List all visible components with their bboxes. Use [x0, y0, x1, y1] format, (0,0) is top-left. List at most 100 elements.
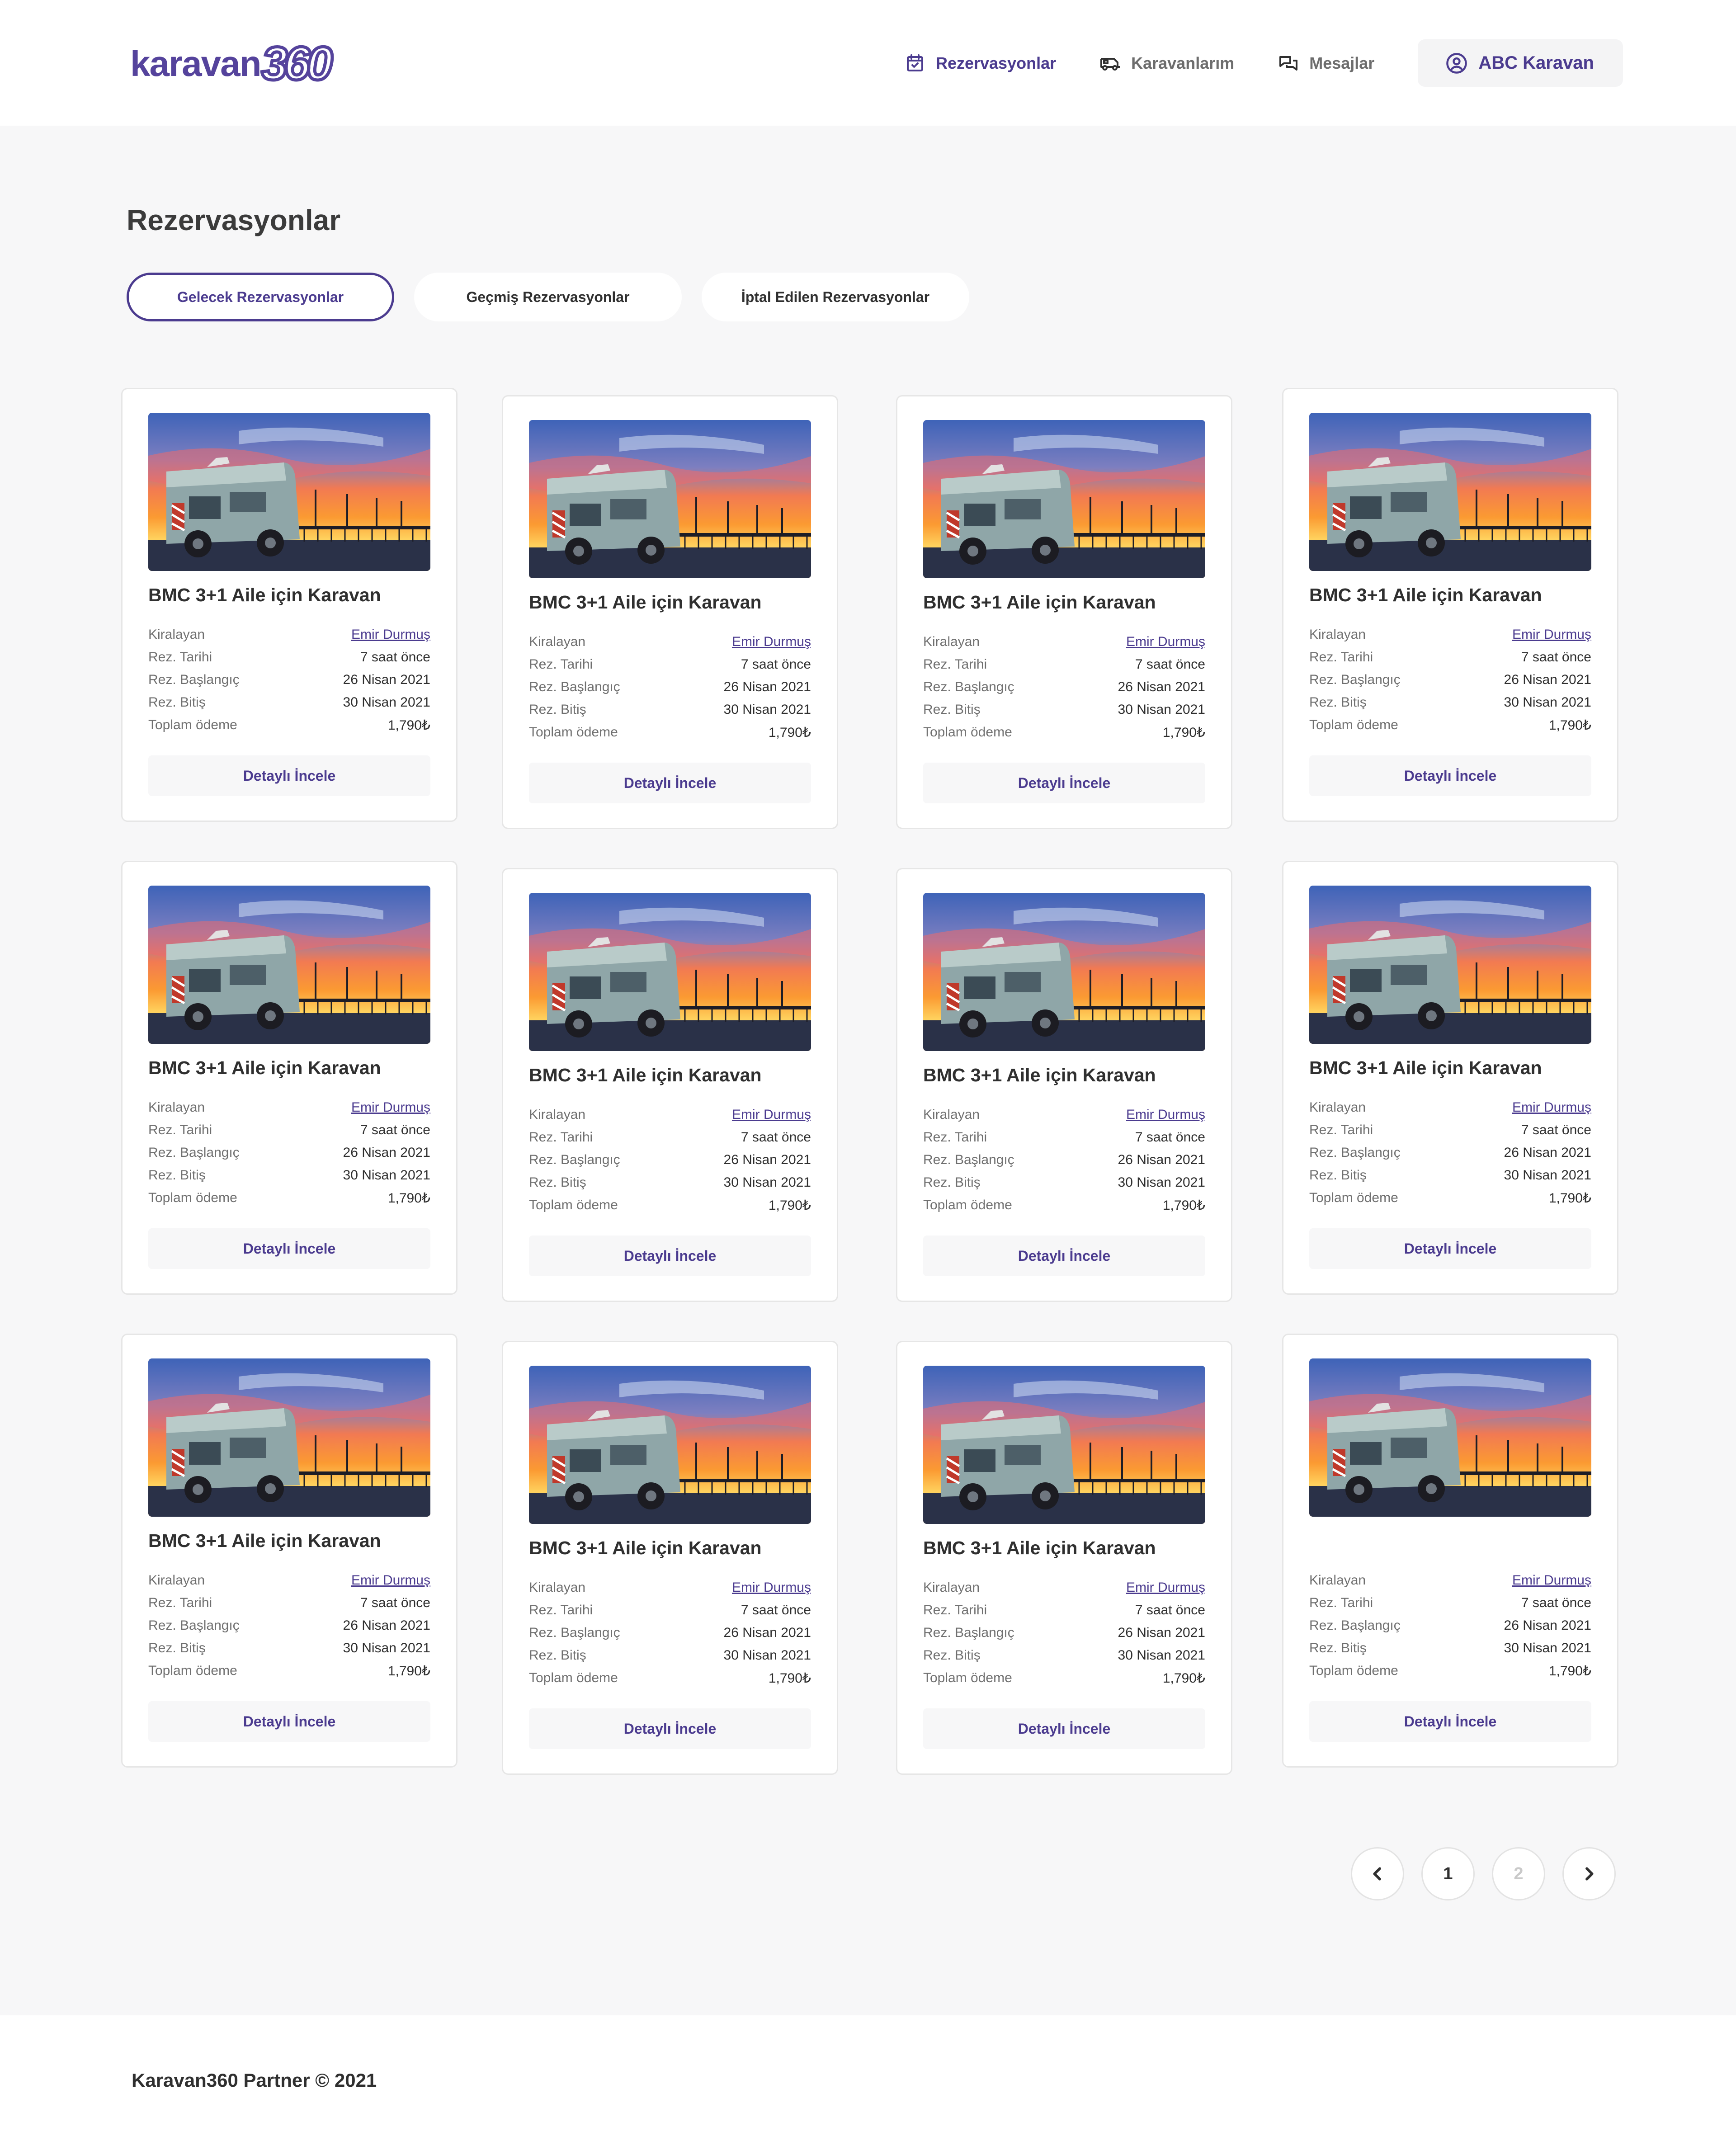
info-row-end: Rez. Bitiş 30 Nisan 2021 — [923, 1171, 1205, 1194]
renter-link[interactable]: Emir Durmuş — [1512, 627, 1591, 642]
reservation-card[interactable]: BMC 3+1 Aile için Karavan Kiralayan Emir… — [502, 1341, 838, 1775]
renter-link[interactable]: Emir Durmuş — [1512, 1573, 1591, 1588]
info-row-total: Toplam ödeme 1,790₺ — [148, 1187, 430, 1209]
detail-button[interactable]: Detaylı İncele — [923, 1236, 1205, 1276]
reservation-card[interactable]: BMC 3+1 Aile için Karavan Kiralayan Emir… — [896, 1341, 1232, 1775]
res-date-label: Rez. Tarihi — [923, 657, 987, 672]
detail-button[interactable]: Detaylı İncele — [1309, 1228, 1591, 1269]
reservation-card[interactable]: BMC 3+1 Aile için Karavan Kiralayan Emir… — [1282, 861, 1618, 1295]
card-title: BMC 3+1 Aile için Karavan — [1309, 1057, 1542, 1078]
caravan-photo — [148, 886, 430, 1044]
reservation-info: Kiralayan Emir Durmuş Rez. Tarihi 7 saat… — [148, 1569, 430, 1682]
total-value: 1,790₺ — [768, 1670, 811, 1686]
reservation-card[interactable]: BMC 3+1 Aile için Karavan Kiralayan Emir… — [502, 868, 838, 1302]
res-date-value: 7 saat önce — [741, 1603, 811, 1618]
caravan-photo — [923, 893, 1205, 1051]
caravan-image — [529, 420, 811, 578]
renter-link[interactable]: Emir Durmuş — [1512, 1100, 1591, 1115]
res-end-label: Rez. Bitiş — [148, 1168, 206, 1183]
detail-button[interactable]: Detaylı İncele — [148, 755, 430, 796]
res-end-value: 30 Nisan 2021 — [343, 1641, 430, 1655]
res-end-value: 30 Nisan 2021 — [1118, 702, 1205, 717]
detail-button[interactable]: Detaylı İncele — [148, 1701, 430, 1742]
info-row-start: Rez. Başlangıç 26 Nisan 2021 — [529, 676, 811, 698]
reservation-card[interactable]: BMC 3+1 Aile için Karavan Kiralayan Emir… — [896, 395, 1232, 829]
card-title: BMC 3+1 Aile için Karavan — [923, 1537, 1156, 1558]
account-button[interactable]: ABC Karavan — [1418, 39, 1623, 87]
info-row-end: Rez. Bitiş 30 Nisan 2021 — [923, 698, 1205, 721]
renter-link[interactable]: Emir Durmuş — [351, 1100, 430, 1115]
res-end-label: Rez. Bitiş — [148, 695, 206, 710]
reservation-card[interactable]: BMC 3+1 Aile için Karavan Kiralayan Emir… — [896, 868, 1232, 1302]
nav-label: Rezervasyonlar — [935, 53, 1057, 72]
renter-label: Kiralayan — [529, 1580, 586, 1595]
caravan-photo — [1309, 1358, 1591, 1517]
reservation-card[interactable]: Kiralayan Emir Durmuş Rez. Tarihi 7 saat… — [1282, 1334, 1618, 1768]
renter-label: Kiralayan — [923, 634, 980, 649]
page-1-button[interactable]: 1 — [1421, 1847, 1475, 1900]
detail-button[interactable]: Detaylı İncele — [923, 1708, 1205, 1749]
renter-link[interactable]: Emir Durmuş — [732, 1580, 811, 1595]
card-title: BMC 3+1 Aile için Karavan — [923, 1065, 1156, 1085]
res-start-label: Rez. Başlangıç — [529, 1152, 620, 1167]
info-row-total: Toplam ödeme 1,790₺ — [148, 714, 430, 736]
detail-button[interactable]: Detaylı İncele — [529, 763, 811, 803]
res-start-label: Rez. Başlangıç — [923, 1625, 1014, 1640]
karavan360-logo[interactable]: karavan 360 — [130, 34, 334, 93]
res-start-value: 26 Nisan 2021 — [1118, 679, 1205, 694]
info-row-renter: Kiralayan Emir Durmuş — [148, 1096, 430, 1119]
renter-link[interactable]: Emir Durmuş — [732, 634, 811, 650]
nav-item-rezervasyonlar[interactable]: Rezervasyonlar — [904, 39, 1056, 87]
info-row-res-date: Rez. Tarihi 7 saat önce — [1309, 1119, 1591, 1141]
reservation-card[interactable]: BMC 3+1 Aile için Karavan Kiralayan Emir… — [121, 1334, 458, 1768]
info-row-start: Rez. Başlangıç 26 Nisan 2021 — [1309, 1614, 1591, 1637]
info-row-end: Rez. Bitiş 30 Nisan 2021 — [148, 691, 430, 714]
renter-link[interactable]: Emir Durmuş — [1126, 1107, 1205, 1122]
res-date-label: Rez. Tarihi — [529, 1130, 593, 1145]
total-label: Toplam ödeme — [529, 1670, 618, 1685]
detail-button[interactable]: Detaylı İncele — [529, 1236, 811, 1276]
total-label: Toplam ödeme — [1309, 1190, 1398, 1205]
info-row-start: Rez. Başlangıç 26 Nisan 2021 — [529, 1149, 811, 1171]
renter-link[interactable]: Emir Durmuş — [1126, 1580, 1205, 1595]
renter-label: Kiralayan — [529, 1107, 586, 1122]
caravan-image — [148, 413, 430, 571]
card-title: BMC 3+1 Aile için Karavan — [148, 585, 381, 605]
detail-button[interactable]: Detaylı İncele — [1309, 755, 1591, 796]
info-row-start: Rez. Başlangıç 26 Nisan 2021 — [148, 669, 430, 691]
detail-button[interactable]: Detaylı İncele — [1309, 1701, 1591, 1742]
info-row-renter: Kiralayan Emir Durmuş — [148, 623, 430, 646]
next-page-button[interactable] — [1562, 1847, 1616, 1900]
nav-item-mesajlar[interactable]: Mesajlar — [1278, 39, 1374, 87]
caravan-image — [1309, 413, 1591, 571]
caravan-image — [923, 1366, 1205, 1524]
prev-page-button[interactable] — [1351, 1847, 1404, 1900]
total-label: Toplam ödeme — [923, 1670, 1012, 1685]
detail-button[interactable]: Detaylı İncele — [529, 1708, 811, 1749]
reservation-card[interactable]: BMC 3+1 Aile için Karavan Kiralayan Emir… — [121, 861, 458, 1295]
reservation-card[interactable]: BMC 3+1 Aile için Karavan Kiralayan Emir… — [121, 388, 458, 822]
footer: Karavan360 Partner © 2021 — [0, 2015, 1736, 2141]
info-row-renter: Kiralayan Emir Durmuş — [529, 1576, 811, 1599]
chat-bubbles-icon — [1279, 56, 1298, 71]
total-value: 1,790₺ — [768, 1198, 811, 1213]
info-row-end: Rez. Bitiş 30 Nisan 2021 — [1309, 1637, 1591, 1660]
total-label: Toplam ödeme — [529, 1198, 618, 1212]
renter-link[interactable]: Emir Durmuş — [1126, 634, 1205, 650]
renter-link[interactable]: Emir Durmuş — [732, 1107, 811, 1122]
reservation-card[interactable]: BMC 3+1 Aile için Karavan Kiralayan Emir… — [1282, 388, 1618, 822]
res-date-value: 7 saat önce — [360, 1595, 430, 1610]
renter-link[interactable]: Emir Durmuş — [351, 1573, 430, 1588]
total-value: 1,790₺ — [1548, 1190, 1591, 1206]
caravan-image — [529, 893, 811, 1051]
reservation-card[interactable]: BMC 3+1 Aile için Karavan Kiralayan Emir… — [502, 395, 838, 829]
detail-button[interactable]: Detaylı İncele — [148, 1228, 430, 1269]
detail-button[interactable]: Detaylı İncele — [923, 763, 1205, 803]
total-label: Toplam ödeme — [1309, 1663, 1398, 1678]
renter-link[interactable]: Emir Durmuş — [351, 627, 430, 642]
nav-item-karavanlarim[interactable]: Karavanlarım — [1099, 39, 1234, 87]
res-end-value: 30 Nisan 2021 — [1504, 1641, 1591, 1655]
card-title: BMC 3+1 Aile için Karavan — [1309, 585, 1542, 605]
page-2-button[interactable]: 2 — [1492, 1847, 1545, 1900]
res-start-value: 26 Nisan 2021 — [1504, 1145, 1591, 1160]
